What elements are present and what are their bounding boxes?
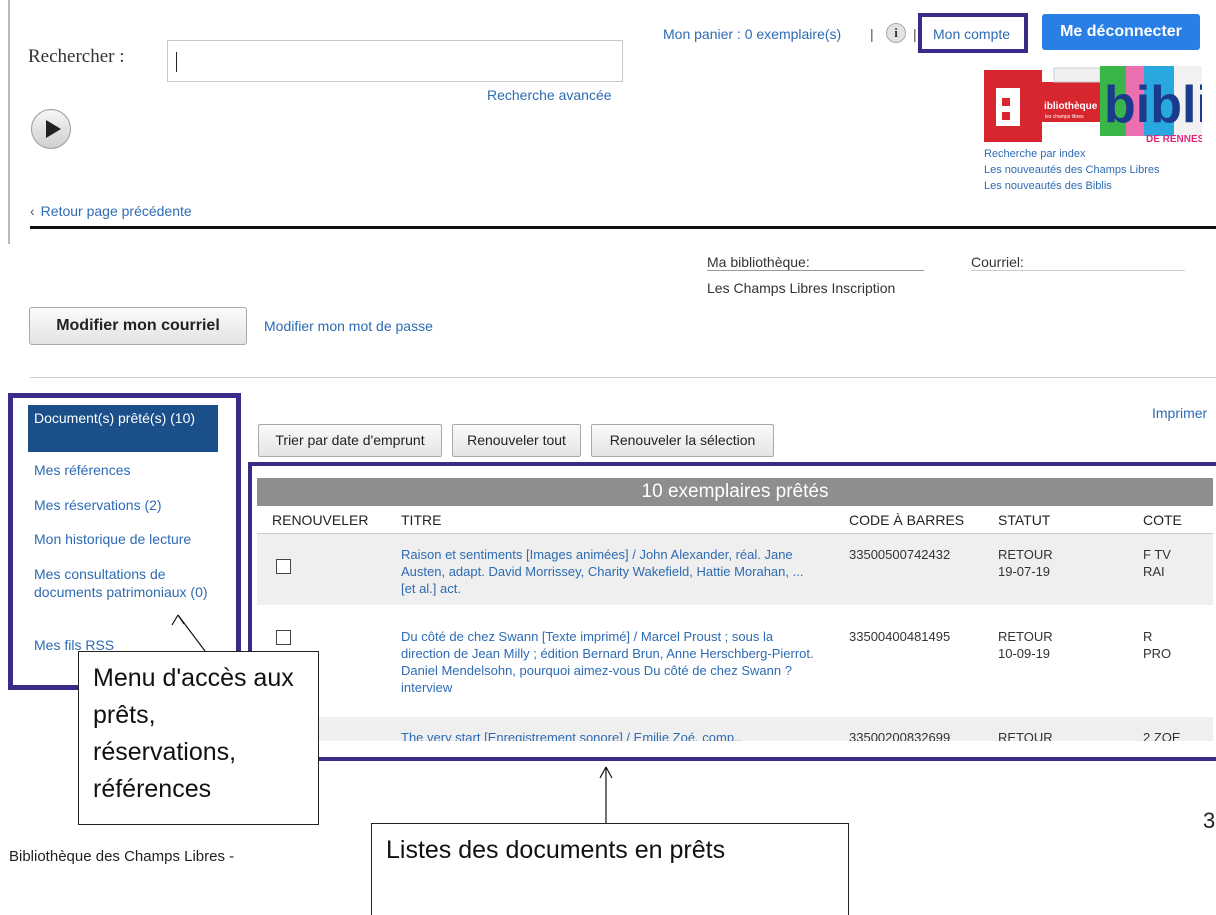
loans-list-callout: Listes des documents en prêts: [371, 823, 849, 915]
page-number: 3: [1203, 808, 1216, 833]
menu-callout: Menu d'accès aux prêts, réservations, ré…: [78, 651, 319, 825]
footer-text: Bibliothèque des Champs Libres -: [9, 848, 235, 865]
